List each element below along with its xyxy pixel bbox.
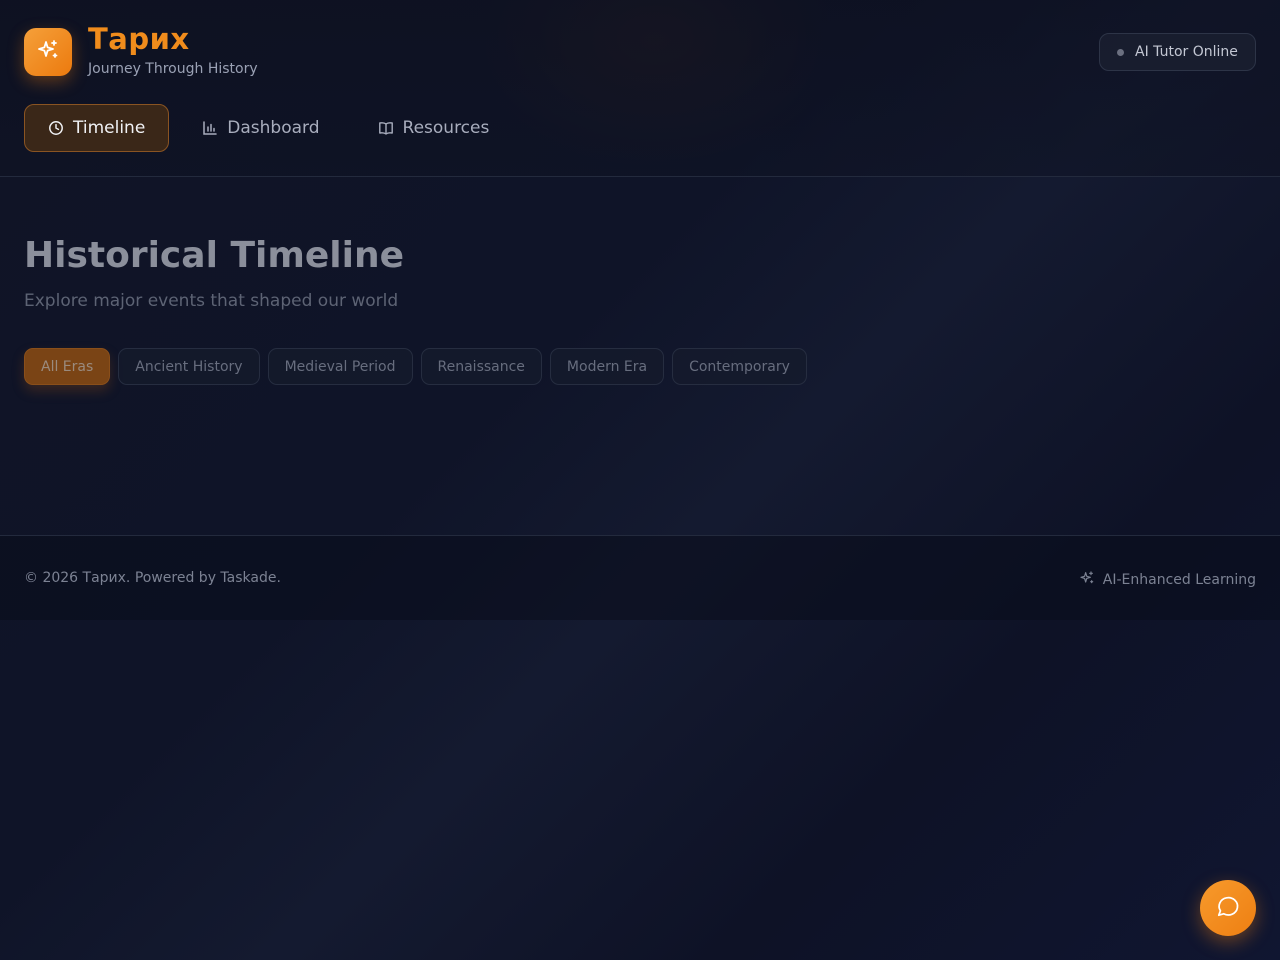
badge-label: AI-Enhanced Learning <box>1102 572 1256 588</box>
ai-learning-badge: AI-Enhanced Learning <box>1079 570 1256 590</box>
nav-item-label: Resources <box>402 118 490 138</box>
nav-item-label: Dashboard <box>227 118 320 138</box>
status-label: AI Tutor Online <box>1135 44 1238 60</box>
copyright-text: © 2026 Тарих. Powered by Taskade. <box>24 570 281 586</box>
clock-icon <box>48 120 64 136</box>
chat-button[interactable] <box>1200 880 1256 936</box>
ai-tutor-status: AI Tutor Online <box>1099 33 1256 71</box>
logo[interactable] <box>24 28 72 76</box>
nav-item-timeline[interactable]: Timeline <box>24 104 170 152</box>
brand-tagline: Journey Through History <box>88 61 258 77</box>
sparkles-icon <box>1079 570 1095 590</box>
page-title: Historical Timeline <box>24 235 404 276</box>
chat-bubble-icon <box>1215 893 1241 923</box>
filter-ancient-history[interactable]: Ancient History <box>118 348 260 385</box>
app-footer: © 2026 Тарих. Powered by Taskade. AI-Enh… <box>0 535 1280 620</box>
filter-contemporary[interactable]: Contemporary <box>672 348 807 385</box>
sparkles-icon <box>36 38 60 66</box>
nav-item-dashboard[interactable]: Dashboard <box>178 104 343 152</box>
status-dot-icon <box>1117 48 1124 56</box>
book-open-icon <box>378 120 394 136</box>
nav-item-resources[interactable]: Resources <box>354 104 514 152</box>
page-subtitle: Explore major events that shaped our wor… <box>24 291 399 311</box>
filter-renaissance[interactable]: Renaissance <box>420 348 542 385</box>
app-header: Тарих Journey Through History AI Tutor O… <box>0 0 1280 177</box>
filter-all-eras[interactable]: All Eras <box>24 348 111 385</box>
main-nav: Timeline Dashboard Resources <box>24 104 513 152</box>
era-filter-group: All Eras Ancient History Medieval Period… <box>24 348 807 385</box>
filter-modern-era[interactable]: Modern Era <box>549 348 665 385</box>
brand-name: Тарих <box>88 22 190 56</box>
bar-chart-icon <box>202 120 218 136</box>
nav-item-label: Timeline <box>73 118 146 138</box>
filter-medieval-period[interactable]: Medieval Period <box>267 348 413 385</box>
